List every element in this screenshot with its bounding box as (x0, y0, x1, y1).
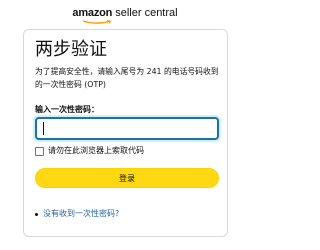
sign-in-button[interactable]: 登录 (35, 168, 219, 188)
otp-help: 没有收到一次性密码? (35, 209, 119, 219)
text-cursor (43, 122, 44, 135)
otp-instructions: 为了提高安全性，请输入尾号为 241 的电话号码收到的一次性密码 (OTP) (35, 67, 219, 89)
remember-device-label[interactable]: 请勿在此浏览器上索取代码 (48, 146, 144, 156)
otp-input[interactable] (35, 117, 219, 140)
remember-device-option[interactable]: 请勿在此浏览器上索取代码 (35, 146, 144, 156)
bullet-icon (35, 212, 38, 216)
remember-device-checkbox[interactable] (35, 146, 44, 156)
amazon-seller-central-logo: amazon seller central (0, 7, 250, 24)
two-step-verification-card: 两步验证 为了提高安全性，请输入尾号为 241 的电话号码收到的一次性密码 (O… (23, 29, 228, 237)
did-not-receive-otp-link[interactable]: 没有收到一次性密码? (43, 209, 119, 219)
page-title: 两步验证 (35, 39, 107, 60)
amazon-smile-icon (82, 20, 112, 24)
otp-field-label: 输入一次性密码： (35, 105, 99, 114)
logo-brand: amazon (72, 7, 113, 19)
logo-product: seller central (112, 7, 178, 19)
